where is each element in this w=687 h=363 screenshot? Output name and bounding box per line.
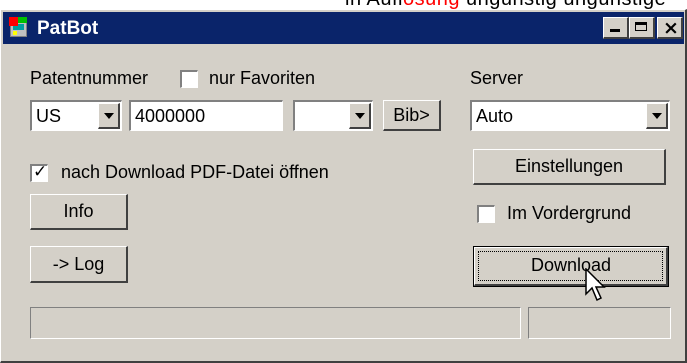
patent-number-value: 4000000 bbox=[135, 106, 206, 126]
info-button[interactable]: Info bbox=[30, 194, 128, 230]
dropdown-arrow-icon[interactable] bbox=[646, 103, 668, 129]
status-panel-secondary bbox=[528, 307, 671, 339]
checkmark-icon: ✓ bbox=[33, 162, 48, 182]
favorites-checkbox[interactable] bbox=[180, 70, 198, 88]
server-label: Server bbox=[470, 68, 524, 88]
patbot-window: PatBot × Patentnummer nur Favoriten Serv… bbox=[0, 9, 687, 363]
window-title: PatBot bbox=[37, 18, 99, 39]
patent-number-label: Patentnummer bbox=[30, 68, 149, 88]
log-button[interactable]: -> Log bbox=[30, 246, 128, 283]
foreground-label: Im Vordergrund bbox=[507, 203, 632, 223]
dropdown-arrow-icon[interactable] bbox=[98, 103, 120, 129]
open-pdf-label: nach Download PDF-Datei öffnen bbox=[61, 162, 329, 182]
country-select[interactable]: US bbox=[30, 100, 122, 131]
country-value: US bbox=[36, 106, 62, 126]
close-icon[interactable]: × bbox=[657, 17, 683, 39]
app-icon bbox=[9, 17, 27, 37]
download-button[interactable]: Download bbox=[473, 246, 669, 287]
minimize-icon[interactable] bbox=[603, 17, 629, 39]
maximize-icon[interactable] bbox=[629, 17, 655, 39]
kind-code-select[interactable] bbox=[293, 100, 373, 131]
open-pdf-checkbox[interactable]: ✓ bbox=[30, 162, 48, 182]
server-select[interactable]: Auto bbox=[470, 100, 670, 131]
bib-button[interactable]: Bib> bbox=[383, 100, 441, 131]
favorites-label: nur Favoriten bbox=[209, 68, 316, 88]
dropdown-arrow-icon[interactable] bbox=[349, 103, 371, 129]
settings-button[interactable]: Einstellungen bbox=[473, 149, 666, 185]
foreground-checkbox[interactable] bbox=[477, 205, 495, 223]
status-panel-main bbox=[30, 307, 521, 339]
server-value: Auto bbox=[476, 106, 514, 126]
patent-number-input[interactable]: 4000000 bbox=[129, 100, 283, 131]
title-bar[interactable]: PatBot × bbox=[3, 12, 684, 44]
mouse-cursor-icon bbox=[585, 268, 606, 302]
